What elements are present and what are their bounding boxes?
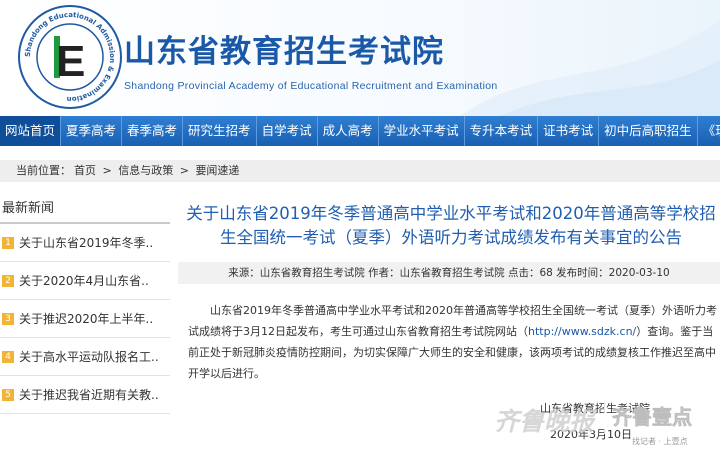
nav-item-graduate-exam[interactable]: 研究生招考: [183, 116, 257, 146]
logo-letter: E: [56, 37, 85, 86]
news-number-badge: 1: [2, 236, 14, 249]
nav-item-modern-education[interactable]: 《现代教育》: [698, 116, 720, 146]
academy-logo-icon: Shandong Educational Admission & Examina…: [18, 5, 122, 109]
news-number-badge: 3: [2, 312, 14, 325]
breadcrumb-prefix: 当前位置：: [16, 164, 71, 177]
nav-item-summer-exam[interactable]: 夏季高考: [61, 116, 123, 146]
news-list-item[interactable]: 3 关于推迟2020年上半年..: [0, 300, 170, 338]
news-number-badge: 5: [2, 388, 14, 401]
article-meta: 来源：山东省教育招生考试院 作者：山东省教育招生考试院 点击：68 发布时间：2…: [178, 262, 720, 284]
breadcrumb-link-policy[interactable]: 信息与政策: [118, 164, 173, 177]
latest-news-list: 1 关于山东省2019年冬季.. 2 关于2020年4月山东省.. 3 关于推迟…: [0, 224, 170, 414]
nav-item-spring-exam[interactable]: 春季高考: [122, 116, 184, 146]
news-link[interactable]: 关于推迟2020年上半年..: [19, 310, 153, 327]
article-body: 山东省2019年冬季普通高中学业水平考试和2020年普通高等学校招生全国统一考试…: [188, 300, 718, 384]
site-header: Shandong Educational Admission & Examina…: [0, 0, 720, 116]
news-list-item[interactable]: 4 关于高水平运动队报名工..: [0, 338, 170, 376]
breadcrumb: 当前位置： 首页 > 信息与政策 > 要闻速递: [0, 160, 720, 182]
nav-item-self-study-exam[interactable]: 自学考试: [257, 116, 318, 146]
news-list-item[interactable]: 5 关于推迟我省近期有关教..: [0, 376, 170, 414]
breadcrumb-separator: >: [179, 164, 189, 177]
watermark-app-text: 齐鲁壹点: [612, 405, 692, 429]
nav-item-upgrade-exam[interactable]: 专升本考试: [465, 116, 539, 146]
nav-item-vocational-enrollment[interactable]: 初中后高职招生: [599, 116, 698, 146]
breadcrumb-link-home[interactable]: 首页: [74, 164, 96, 177]
news-number-badge: 2: [2, 274, 14, 287]
news-number-badge: 4: [2, 350, 14, 363]
breadcrumb-separator: >: [102, 164, 112, 177]
watermark-main-text: 齐鲁晚报: [494, 407, 598, 436]
latest-news-sidebar: 最新新闻 1 关于山东省2019年冬季.. 2 关于2020年4月山东省.. 3…: [0, 194, 170, 452]
news-list-item[interactable]: 2 关于2020年4月山东省..: [0, 262, 170, 300]
news-link[interactable]: 关于2020年4月山东省..: [19, 272, 149, 289]
nav-item-certificate-exam[interactable]: 证书考试: [538, 116, 600, 146]
article-title: 关于山东省2019年冬季普通高中学业水平考试和2020年普通高等学校招生全国统一…: [186, 204, 716, 247]
site-title: 山东省教育招生考试院: [124, 34, 444, 70]
nav-item-adult-exam[interactable]: 成人高考: [318, 116, 379, 146]
nav-item-home[interactable]: 网站首页: [0, 116, 62, 146]
news-link[interactable]: 关于山东省2019年冬季..: [19, 234, 153, 251]
header-decoration: [460, 20, 720, 116]
news-watermark-logo: 齐鲁晚报 齐鲁壹点 找记者 · 上壹点: [494, 400, 692, 446]
news-link[interactable]: 关于高水平运动队报名工..: [19, 348, 159, 365]
news-list-item[interactable]: 1 关于山东省2019年冬季..: [0, 224, 170, 262]
nav-item-proficiency-exam[interactable]: 学业水平考试: [379, 116, 465, 146]
sidebar-title: 最新新闻: [0, 194, 170, 224]
site-subtitle: Shandong Provincial Academy of Education…: [124, 80, 498, 92]
main-nav: 网站首页 夏季高考 春季高考 研究生招考 自学考试 成人高考 学业水平考试 专升…: [0, 116, 720, 146]
watermark-small-text: 找记者 · 上壹点: [632, 436, 688, 446]
news-link[interactable]: 关于推迟我省近期有关教..: [19, 386, 159, 403]
breadcrumb-link-news[interactable]: 要闻速递: [195, 164, 239, 177]
article-link[interactable]: http://www.sdzk.cn/: [528, 325, 636, 338]
